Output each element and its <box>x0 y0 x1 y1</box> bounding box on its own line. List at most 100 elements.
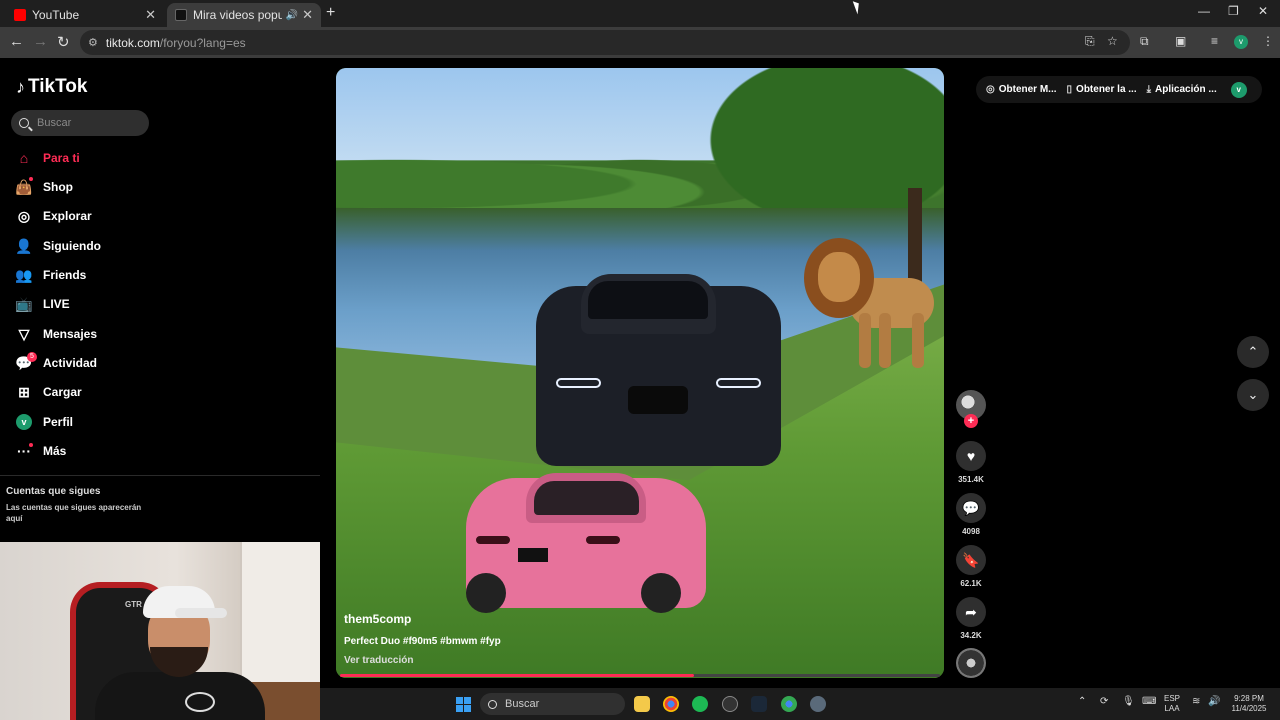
video-player[interactable] <box>336 68 944 678</box>
forward-button[interactable]: → <box>33 33 48 50</box>
sidebar-item-mas[interactable]: ··· Más <box>16 440 66 462</box>
close-tab-icon[interactable]: ✕ <box>145 7 156 23</box>
comment-icon[interactable]: 💬 <box>956 493 986 523</box>
messages-icon: ▽ <box>18 325 30 342</box>
video-lion <box>804 238 934 368</box>
settings-icon[interactable] <box>810 696 826 712</box>
like-action[interactable]: ♥ 351.4K <box>956 441 986 484</box>
speaker-icon[interactable]: 🔊 <box>286 10 298 21</box>
keyboard-icon[interactable]: ⌨ <box>1142 696 1156 707</box>
steam-icon[interactable] <box>751 696 767 712</box>
volume-icon[interactable]: 🔊 <box>1208 696 1220 707</box>
tab-youtube[interactable]: YouTube ✕ <box>6 3 164 27</box>
bookmark-star-icon[interactable]: ☆ <box>1107 34 1118 48</box>
sidebar-item-label: Friends <box>43 268 87 282</box>
bookmark-icon[interactable]: 🔖 <box>956 545 986 575</box>
microphone-icon[interactable]: 🎙 <box>1122 696 1135 707</box>
streamer-body <box>95 672 265 720</box>
get-app-label: Obtener la ... <box>1076 84 1137 95</box>
sidebar-item-label: LIVE <box>43 297 70 311</box>
clock[interactable]: 9:28 PM 11/4/2025 <box>1224 694 1274 714</box>
video-username[interactable]: them5comp <box>344 612 411 626</box>
install-app-icon[interactable]: ⎘ <box>1085 34 1095 49</box>
tiktok-note-icon: ♪ <box>16 76 25 97</box>
video-black-car <box>536 274 781 466</box>
sidebar-item-label: Explorar <box>43 209 92 223</box>
address-bar[interactable]: ⚙ tiktok.com/foryou?lang=es <box>80 30 1130 55</box>
taskbar-search-placeholder: Buscar <box>505 698 540 710</box>
sidebar-item-perfil[interactable]: v Perfil <box>16 411 73 433</box>
spotify-icon[interactable] <box>692 696 708 712</box>
heart-icon[interactable]: ♥ <box>956 441 986 471</box>
minimize-button[interactable]: — <box>1198 4 1210 18</box>
pink-car-wheel <box>466 573 506 613</box>
lion-leg <box>879 313 891 368</box>
sidebar-item-explorar[interactable]: ◎ Explorar <box>16 205 92 227</box>
translate-link[interactable]: Ver traducción <box>344 655 413 666</box>
video-progress-fill <box>340 674 694 677</box>
new-tab-button[interactable]: + <box>326 4 335 22</box>
search-input[interactable]: Buscar <box>11 110 149 136</box>
get-coins-button[interactable]: ◎ Obtener M... <box>986 84 1057 95</box>
pink-car-plate <box>518 548 548 562</box>
restore-button[interactable]: ❐ <box>1228 4 1239 18</box>
lion-face <box>818 252 860 302</box>
menu-kebab-icon[interactable]: ⋮ <box>1262 34 1274 48</box>
sidebar-item-cargar[interactable]: ⊞ Cargar <box>16 381 82 403</box>
sidebar-item-mensajes[interactable]: ▽ Mensajes <box>16 323 97 345</box>
search-icon <box>488 699 497 709</box>
home-icon: ⌂ <box>19 150 29 166</box>
extensions-icon[interactable]: ⧉ <box>1140 34 1149 49</box>
clock-date: 11/4/2025 <box>1231 704 1267 713</box>
pink-car-taillight <box>476 536 510 544</box>
browser-profile-avatar[interactable]: v <box>1234 35 1248 49</box>
chrome-profile-icon[interactable] <box>781 696 797 712</box>
language-indicator[interactable]: ESP LAA <box>1164 694 1180 714</box>
sidebar-item-live[interactable]: 📺 LIVE <box>15 293 70 315</box>
reading-list-icon[interactable]: ≡ <box>1211 34 1218 48</box>
save-action[interactable]: 🔖 62.1K <box>956 545 986 588</box>
streamer-cap-brim <box>175 608 227 618</box>
taskbar-search[interactable]: Buscar <box>480 693 625 715</box>
back-button[interactable]: ← <box>9 33 24 50</box>
get-app-button[interactable]: ▯ Obtener la ... <box>1067 84 1137 95</box>
comment-count: 4098 <box>962 527 980 536</box>
windows-start-icon[interactable] <box>456 697 471 712</box>
more-notification-dot <box>29 443 33 447</box>
comment-action[interactable]: 💬 4098 <box>956 493 986 536</box>
tiktok-logo[interactable]: ♪ TikTok <box>16 76 87 98</box>
sidebar-item-label: Perfil <box>43 415 74 429</box>
close-tab-icon[interactable]: ✕ <box>302 7 313 23</box>
sidebar-item-shop[interactable]: 👜 Shop <box>15 176 73 198</box>
desktop-app-label: Aplicación ... <box>1155 84 1217 95</box>
share-arrow-icon[interactable]: ➦ <box>956 597 986 627</box>
music-disc-icon[interactable] <box>956 648 986 678</box>
previous-video-button[interactable]: ⌃ <box>1237 336 1269 368</box>
follow-plus-button[interactable]: + <box>964 414 978 428</box>
reload-button[interactable]: ↻ <box>57 33 70 51</box>
chrome-icon[interactable] <box>663 696 679 712</box>
video-progress-bar[interactable] <box>340 674 940 677</box>
wifi-icon[interactable]: ≋ <box>1192 696 1200 707</box>
media-control-icon[interactable]: ▣ <box>1175 34 1186 48</box>
site-info-icon[interactable]: ⚙ <box>88 36 98 49</box>
url-host: tiktok.com <box>105 35 160 50</box>
desktop-app-button[interactable]: ⤓ Aplicación ... <box>1147 84 1217 95</box>
close-window-button[interactable]: ✕ <box>1258 4 1268 18</box>
lang-line2: LAA <box>1164 704 1180 713</box>
sidebar-item-friends[interactable]: 👥 Friends <box>15 264 87 286</box>
url-path: /foryou?lang=es <box>159 35 246 50</box>
tray-chevron-icon[interactable]: ⌃ <box>1078 696 1086 707</box>
sidebar-item-para-ti[interactable]: ⌂ Para ti <box>16 147 80 169</box>
profile-avatar[interactable]: v <box>1230 81 1247 98</box>
tab-tiktok[interactable]: Mira videos populares selec 🔊 ✕ <box>167 3 321 27</box>
file-explorer-icon[interactable] <box>634 696 650 712</box>
search-placeholder: Buscar <box>37 117 72 129</box>
obs-icon[interactable] <box>722 696 738 712</box>
video-pink-car <box>466 473 706 613</box>
black-car-headlight <box>716 378 761 388</box>
sync-icon[interactable]: ⟳ <box>1100 696 1108 707</box>
share-action[interactable]: ➦ 34.2K <box>956 597 986 640</box>
next-video-button[interactable]: ⌄ <box>1237 379 1269 411</box>
sidebar-item-siguiendo[interactable]: 👤 Siguiendo <box>15 235 101 257</box>
